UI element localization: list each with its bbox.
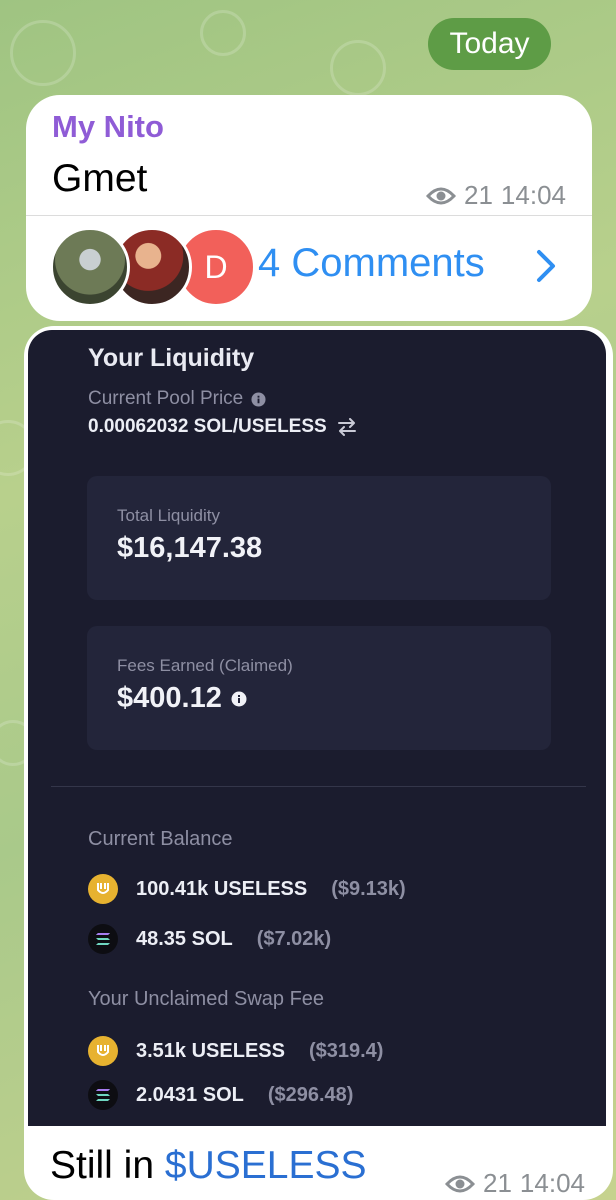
liquidity-screenshot-image[interactable]: Your Liquidity Current Pool Price 0.0006… <box>28 330 606 1126</box>
cashtag-link[interactable]: $USELESS <box>165 1144 367 1187</box>
background-doodle <box>200 10 246 56</box>
useless-token-icon <box>88 1036 118 1066</box>
view-count: 21 <box>464 180 493 210</box>
unclaimed-row-useless: 3.51k USELESS ($319.4) <box>88 1036 383 1066</box>
comments-label: 4 Comments <box>258 241 485 285</box>
current-balance-label: Current Balance <box>88 828 233 850</box>
total-liquidity-card: Total Liquidity $16,147.38 <box>87 476 551 600</box>
pool-price-value: 0.00062032 SOL/USELESS <box>88 416 357 438</box>
pool-price-label-text: Current Pool Price <box>88 388 244 409</box>
view-count: 21 <box>483 1168 512 1198</box>
fees-earned-label: Fees Earned (Claimed) <box>117 656 293 675</box>
token-amount: 100.41k USELESS <box>136 877 308 900</box>
background-doodle <box>10 20 76 86</box>
date-separator-pill: Today <box>428 18 551 70</box>
message-text: Still in $USELESS <box>50 1144 366 1188</box>
sol-token-icon <box>88 924 118 954</box>
unclaimed-fee-label: Your Unclaimed Swap Fee <box>88 988 325 1010</box>
eye-icon <box>426 187 456 204</box>
message-text-prefix: Still in <box>50 1144 165 1187</box>
divider <box>51 786 586 787</box>
pool-price-value-text: 0.00062032 SOL/USELESS <box>88 416 327 437</box>
pool-price-label: Current Pool Price <box>88 388 266 410</box>
sender-name[interactable]: My Nito <box>52 109 164 145</box>
token-amount: 2.0431 SOL <box>136 1083 244 1106</box>
token-usd-value: ($319.4) <box>308 1039 384 1062</box>
info-icon <box>231 691 247 706</box>
message-time: 14:04 <box>519 1168 585 1198</box>
fees-earned-amount: $400.12 <box>117 682 222 714</box>
token-usd-value: ($9.13k) <box>331 877 406 900</box>
token-usd-value: ($296.48) <box>267 1083 354 1106</box>
comments-button[interactable]: D 4 Comments <box>26 216 592 321</box>
message-meta: 21 14:04 <box>445 1168 585 1199</box>
sol-token-icon <box>88 1080 118 1110</box>
eye-icon <box>445 1175 475 1192</box>
total-liquidity-label: Total Liquidity <box>117 506 221 525</box>
token-usd-value: ($7.02k) <box>256 927 332 950</box>
avatar <box>50 227 130 307</box>
message-text: Gmet <box>52 157 148 200</box>
token-amount: 3.51k USELESS <box>136 1039 285 1062</box>
message-bubble-post2[interactable]: Your Liquidity Current Pool Price 0.0006… <box>24 326 613 1200</box>
message-bubble-post1[interactable]: My Nito Gmet 21 14:04 D 4 Comments <box>26 95 592 321</box>
balance-row-useless: 100.41k USELESS ($9.13k) <box>88 874 406 904</box>
chevron-right-icon <box>537 250 555 282</box>
total-liquidity-value: $16,147.38 <box>117 532 263 564</box>
balance-row-sol: 48.35 SOL ($7.02k) <box>88 924 331 954</box>
info-icon <box>251 391 266 407</box>
background-doodle <box>330 40 386 96</box>
message-time: 14:04 <box>500 180 566 210</box>
token-amount: 48.35 SOL <box>136 927 233 950</box>
message-meta: 21 14:04 <box>426 180 566 211</box>
fees-earned-value: $400.12 <box>117 682 247 715</box>
liquidity-title: Your Liquidity <box>88 344 255 372</box>
swap-arrows-icon <box>337 418 356 436</box>
fees-earned-card: Fees Earned (Claimed) $400.12 <box>87 626 551 750</box>
useless-token-icon <box>88 874 118 904</box>
unclaimed-row-sol: 2.0431 SOL ($296.48) <box>88 1080 353 1110</box>
